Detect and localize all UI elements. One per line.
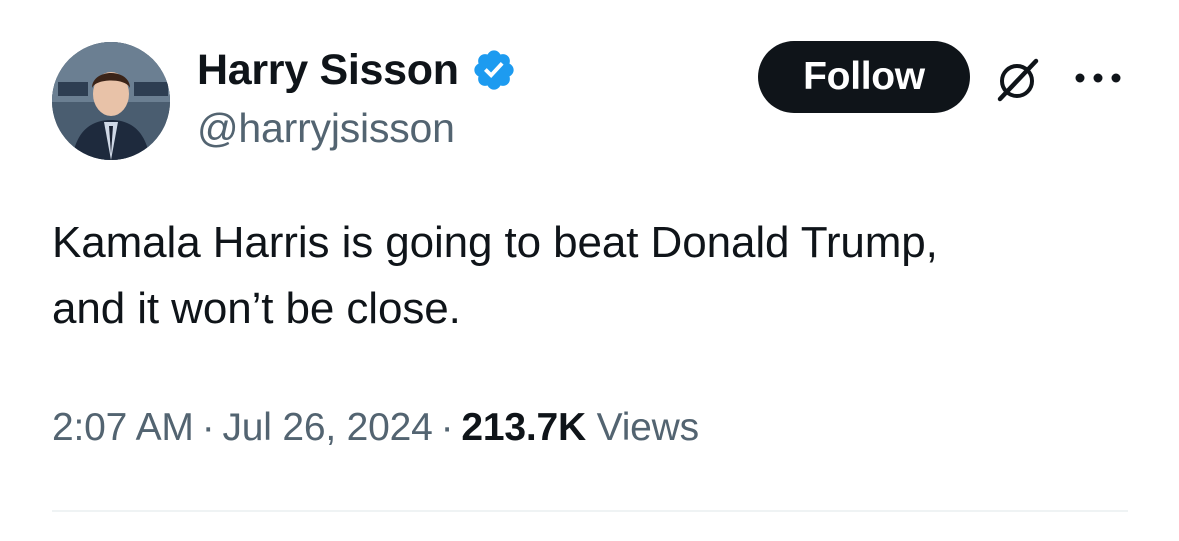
separator: · <box>201 406 215 449</box>
follow-button[interactable]: Follow <box>758 41 970 113</box>
grok-icon[interactable] <box>992 55 1042 105</box>
user-info[interactable]: Harry Sisson @harryjsisson <box>197 44 517 154</box>
tweet-meta: 2:07 AM · Jul 26, 2024 · 213.7K Views <box>52 400 699 456</box>
more-horizontal-icon[interactable] <box>1070 63 1126 93</box>
verified-badge-icon <box>471 47 517 93</box>
tweet-card: Harry Sisson @harryjsisson Follow Kamala… <box>0 0 1179 541</box>
tweet-date[interactable]: Jul 26, 2024 <box>223 406 433 449</box>
user-handle[interactable]: @harryjsisson <box>197 102 517 154</box>
avatar[interactable] <box>52 42 170 160</box>
views-label: Views <box>596 406 700 449</box>
tweet-time[interactable]: 2:07 AM <box>52 406 194 449</box>
separator: · <box>440 406 454 449</box>
display-name[interactable]: Harry Sisson <box>197 44 459 96</box>
tweet-text: Kamala Harris is going to beat Donald Tr… <box>52 218 938 333</box>
name-row: Harry Sisson <box>197 44 517 96</box>
divider <box>52 510 1128 512</box>
views-count[interactable]: 213.7K <box>461 406 586 449</box>
